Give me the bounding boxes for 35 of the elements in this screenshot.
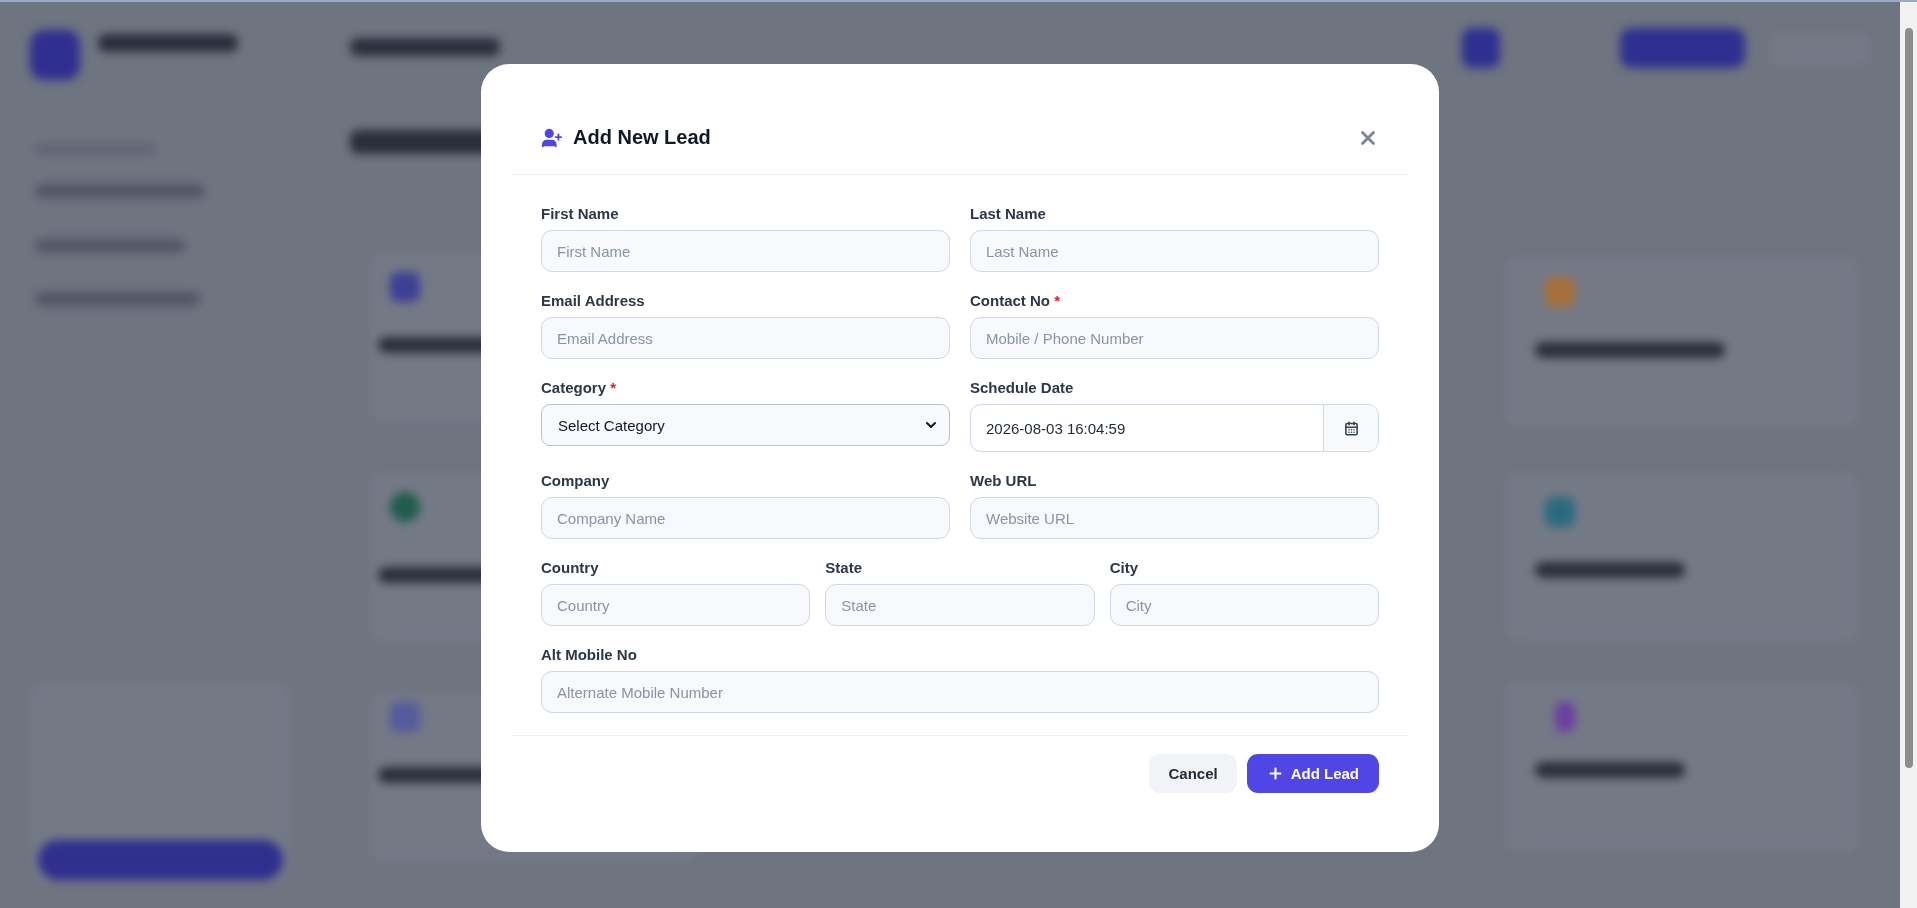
text-input[interactable]: Company Name [541, 497, 950, 539]
required-asterisk: * [610, 379, 617, 396]
field-label: Last Name [970, 205, 1047, 222]
field-label: Web URL [970, 472, 1038, 489]
field-label: Schedule Date [970, 379, 1075, 396]
text-input[interactable]: State [825, 584, 1095, 626]
calendar-icon [1343, 420, 1359, 436]
text-input[interactable]: Website URL [970, 497, 1379, 539]
plus-icon [1266, 765, 1284, 782]
date-value[interactable]: 2026-08-03 16:04:59 [971, 405, 1323, 451]
user-plus-icon [541, 126, 563, 149]
field-label: Category * [541, 379, 618, 396]
scrollbar[interactable] [1900, 2, 1917, 908]
text-input[interactable]: Mobile / Phone Number [970, 317, 1379, 359]
field-label: Contact No * [970, 292, 1061, 309]
text-input[interactable]: City [1109, 584, 1379, 626]
calendar-button[interactable] [1323, 405, 1378, 451]
field-label: First Name [541, 205, 620, 222]
date-input[interactable]: 2026-08-03 16:04:59 [970, 404, 1379, 452]
add-lead-button[interactable]: Add Lead [1246, 754, 1379, 793]
modal-title: Add New Lead [573, 126, 711, 149]
cancel-button[interactable]: Cancel [1149, 754, 1237, 793]
text-input[interactable]: Last Name [970, 230, 1379, 272]
text-input[interactable]: First Name [541, 230, 950, 272]
text-input[interactable]: Email Address [541, 317, 950, 359]
text-input[interactable]: Alternate Mobile Number [541, 671, 1379, 713]
field-label: Company [541, 472, 611, 489]
required-asterisk: * [1054, 292, 1060, 309]
field-label: Email Address [541, 292, 646, 309]
field-label: State [825, 559, 863, 576]
field-label: City [1109, 559, 1139, 576]
field-label: Alt Mobile No [541, 646, 638, 663]
field-label: Country [541, 559, 600, 576]
text-input[interactable]: Country [541, 584, 811, 626]
category-select[interactable]: Select Category [541, 404, 950, 446]
